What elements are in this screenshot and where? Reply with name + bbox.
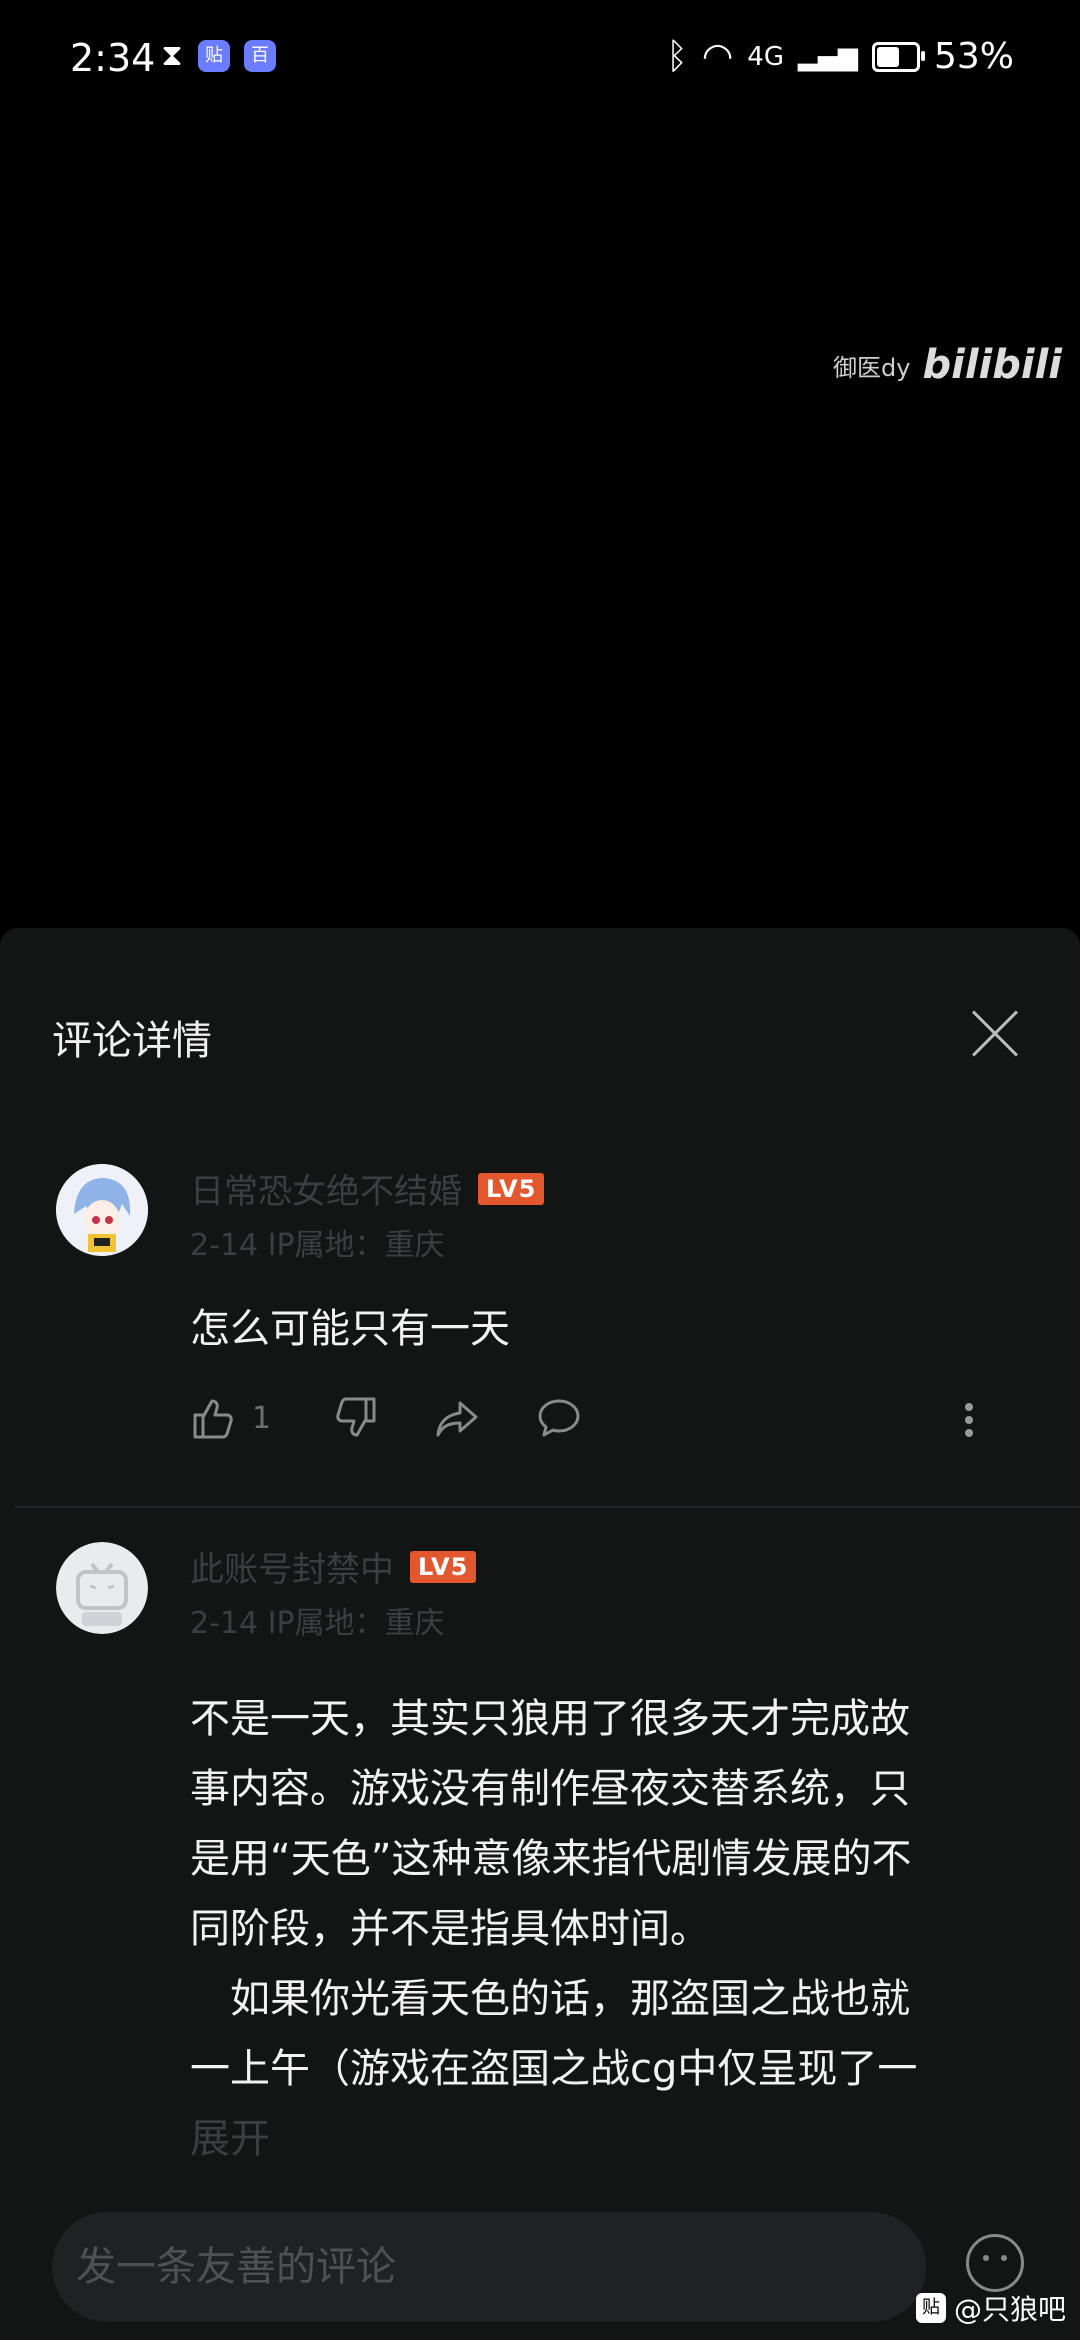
- username-text[interactable]: 日常恐女绝不结婚: [190, 1164, 462, 1213]
- status-notification-icons: ⧗ 贴 百: [160, 40, 276, 72]
- comment-line: 是用“天色”这种意像来指代剧情发展的不: [190, 1836, 912, 1882]
- signal-icon: ▂▄▆: [797, 41, 858, 72]
- comment-text: 怎么可能只有一天: [190, 1306, 510, 1352]
- status-time: 2:34: [70, 36, 156, 80]
- comment-input[interactable]: 发一条友善的评论: [52, 2212, 926, 2322]
- tieba-badge-icon: 贴: [915, 2293, 946, 2323]
- avatar[interactable]: [56, 1164, 148, 1256]
- network-type: 4G: [747, 41, 784, 72]
- comment-line: 如果你光看天色的话，那盗国之战也就: [190, 1976, 910, 2022]
- watermark-user: 御医dy: [833, 353, 911, 382]
- comment-meta: 2-14 IP属地：重庆: [190, 1228, 445, 1263]
- avatar[interactable]: [56, 1542, 148, 1634]
- level-badge: LV5: [410, 1550, 477, 1583]
- level-badge: LV5: [478, 1172, 545, 1205]
- emoji-icon[interactable]: [966, 2234, 1024, 2292]
- tieba-app-icon: 贴: [198, 40, 230, 72]
- status-bar: 2:34 ⧗ 贴 百 ᛒ ◠ 4G ▂▄▆ 53%: [0, 0, 1080, 120]
- status-right: ᛒ ◠ 4G ▂▄▆ 53%: [666, 36, 1014, 77]
- like-icon[interactable]: [190, 1394, 238, 1442]
- comment-meta: 2-14 IP属地：重庆: [190, 1606, 445, 1641]
- comment-text: 不是一天，其实只狼用了很多天才完成故 事内容。游戏没有制作昼夜交替系统，只 是用…: [190, 1684, 1010, 2174]
- sheet-title: 评论详情: [52, 1018, 212, 1064]
- video-player[interactable]: 御医dy bilibili: [0, 120, 1080, 928]
- comment-actions: 1: [190, 1394, 637, 1442]
- reply-icon[interactable]: [535, 1394, 583, 1442]
- battery-percent: 53%: [933, 36, 1014, 77]
- comment-input-bar: 发一条友善的评论 贴 @只狼吧: [0, 2192, 1080, 2340]
- source-watermark: 贴 @只狼吧: [915, 2288, 1066, 2328]
- comment-line: 一上午（游戏在盗国之战cg中仅呈现了一: [190, 2046, 918, 2092]
- expand-link[interactable]: 展开: [190, 2104, 1010, 2174]
- video-watermark: 御医dy bilibili: [833, 342, 1062, 388]
- divider: [14, 1506, 1080, 1508]
- share-icon[interactable]: [433, 1394, 481, 1442]
- comment-line: 同阶段，并不是指具体时间。: [190, 1906, 710, 1952]
- source-text: @只狼吧: [953, 2293, 1066, 2326]
- comment-username[interactable]: 日常恐女绝不结婚 LV5: [190, 1164, 545, 1213]
- bilibili-logo: bilibili: [922, 342, 1062, 388]
- dislike-icon[interactable]: [331, 1394, 379, 1442]
- battery-icon: [871, 41, 925, 72]
- wifi-icon: ◠: [701, 36, 734, 77]
- baidu-app-icon: 百: [244, 40, 276, 72]
- close-icon[interactable]: [970, 1008, 1020, 1058]
- comment-username[interactable]: 此账号封禁中 LV5: [190, 1542, 477, 1591]
- comment-line: 事内容。游戏没有制作昼夜交替系统，只: [190, 1766, 910, 1812]
- comment-detail-sheet: 评论详情 日常恐女绝不结婚 LV5 2-14 IP属地：重庆 怎么可能只有一天 …: [0, 928, 1080, 2340]
- like-count: 1: [252, 1400, 272, 1436]
- hourglass-icon: ⧗: [161, 38, 183, 73]
- bluetooth-icon: ᛒ: [666, 36, 688, 77]
- username-text[interactable]: 此账号封禁中: [190, 1542, 394, 1591]
- comment-line: 不是一天，其实只狼用了很多天才完成故: [190, 1696, 910, 1742]
- more-options-icon[interactable]: [964, 1398, 974, 1446]
